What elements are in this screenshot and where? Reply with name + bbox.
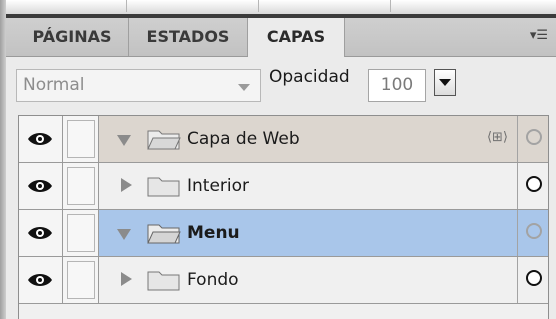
folder-open-icon [147,130,181,150]
tab-capas[interactable]: CAPAS [248,18,345,57]
opacity-dropdown-button[interactable] [434,69,456,96]
folder-icon [147,271,180,291]
layer-name: Interior [187,176,250,196]
visibility-toggle[interactable] [19,210,63,256]
layer-row[interactable]: Menu [19,210,548,257]
visibility-toggle[interactable] [19,116,63,162]
expand-toggle-icon[interactable] [121,272,132,286]
target-circle-icon[interactable] [526,223,542,239]
blend-mode-value: Normal [23,75,85,95]
layers-list: Capa de Web ⟨⊞⟩ Interior Menu Fondo [18,115,549,319]
layers-panel-window: PÁGINAS ESTADOS CAPAS ▾☰ Normal Opacidad… [0,0,556,319]
eye-icon [28,180,52,192]
layer-name: Fondo [187,270,239,290]
lock-toggle[interactable] [63,116,99,162]
eye-icon [28,133,52,145]
tab-paginas[interactable]: PÁGINAS [16,18,129,56]
divider [517,210,518,256]
layer-row[interactable]: Fondo [19,257,548,304]
expand-toggle-icon[interactable] [121,178,132,192]
divider [517,116,518,162]
target-circle-icon[interactable] [526,270,542,286]
layer-row[interactable]: Interior [19,163,548,210]
chevron-down-icon [238,84,250,91]
opacity-input[interactable]: 100 [368,69,426,102]
tab-estados[interactable]: ESTADOS [129,18,248,56]
panel-menu-icon[interactable]: ▾☰ [530,28,548,43]
eye-icon [28,227,52,239]
opacity-label: Opacidad [269,67,350,87]
target-circle-icon[interactable] [526,129,542,145]
lock-toggle[interactable] [63,163,99,209]
target-circle-icon[interactable] [526,176,542,192]
panel-tabbar: PÁGINAS ESTADOS CAPAS ▾☰ [6,18,556,57]
expand-toggle-icon[interactable] [117,229,131,240]
visibility-toggle[interactable] [19,257,63,303]
chevron-down-icon [439,79,451,86]
expand-toggle-icon[interactable] [117,135,131,146]
divider [517,163,518,209]
visibility-toggle[interactable] [19,163,63,209]
move-handle-icon[interactable]: ⟨⊞⟩ [487,130,508,145]
divider [390,0,391,12]
folder-icon [147,177,180,197]
lock-toggle[interactable] [63,210,99,256]
divider [126,0,127,12]
divider [517,257,518,303]
layer-name: Capa de Web [187,129,300,149]
layers-content: Normal Opacidad 100 Capa de Web ⟨⊞⟩ Inte… [6,57,556,319]
eye-icon [28,274,52,286]
lock-toggle[interactable] [63,257,99,303]
blend-mode-select[interactable]: Normal [16,69,261,102]
folder-open-icon [147,224,181,244]
layer-row[interactable]: Capa de Web ⟨⊞⟩ [19,116,548,163]
layer-name: Menu [187,223,240,243]
divider [258,0,259,12]
top-strip [0,0,556,14]
